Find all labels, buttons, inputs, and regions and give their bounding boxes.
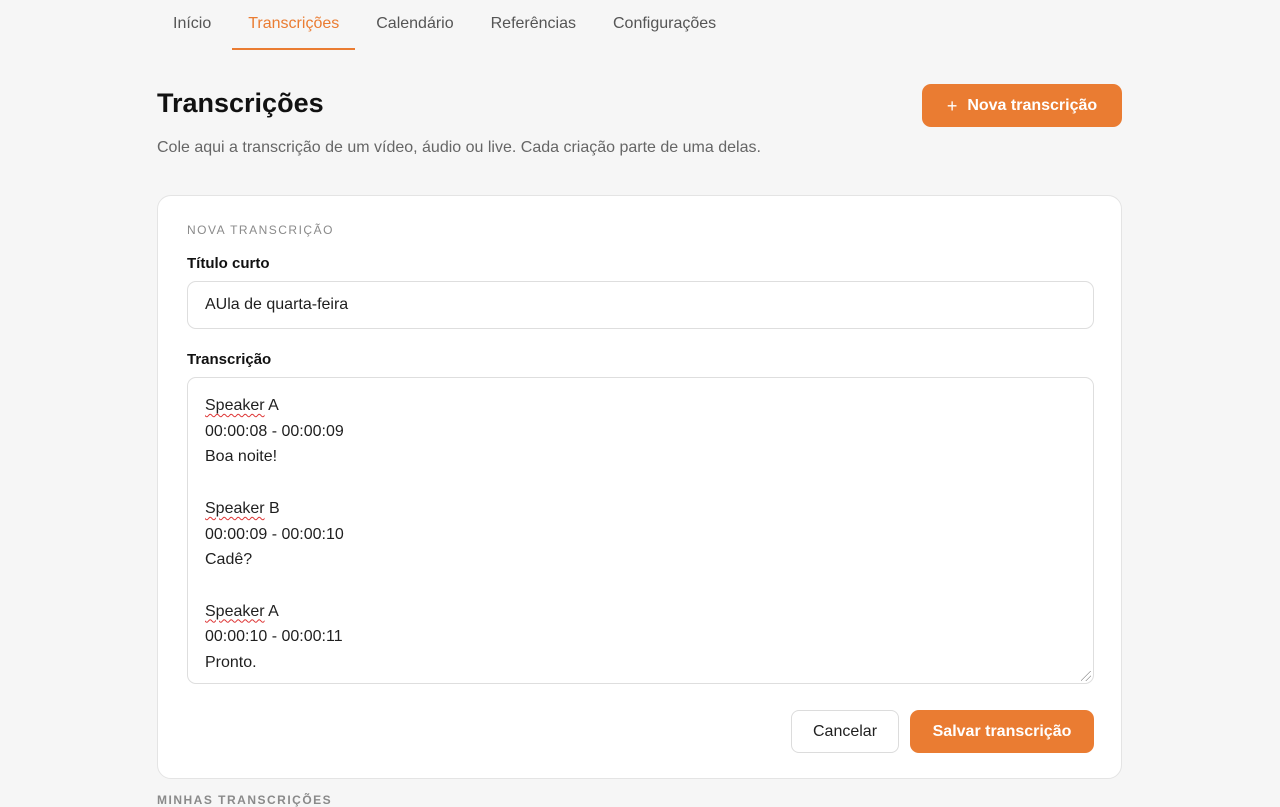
- transcript-field-label: Transcrição: [187, 351, 272, 368]
- tab-transcricoes[interactable]: Transcrições: [232, 0, 356, 50]
- page-title: Transcrições: [157, 88, 324, 118]
- transcript-line: Speaker B: [205, 496, 1076, 522]
- new-transcription-card: NOVA TRANSCRIÇÃO Título curto Transcriçã…: [157, 195, 1122, 779]
- speaker-id: A: [264, 602, 279, 620]
- transcript-line: 00:00:08 - 00:00:09: [205, 422, 344, 440]
- tab-referencias[interactable]: Referências: [475, 0, 592, 50]
- transcript-line: Pronto.: [205, 654, 257, 671]
- speaker-word: Speaker: [205, 397, 265, 414]
- cancel-button[interactable]: Cancelar: [791, 710, 899, 753]
- transcript-line: Speaker A: [205, 393, 1076, 419]
- speaker-word: Speaker: [205, 499, 265, 517]
- resize-handle-icon[interactable]: [1081, 671, 1091, 681]
- transcript-line: [205, 573, 1076, 599]
- section-label: NOVA TRANSCRIÇÃO: [187, 223, 334, 237]
- my-transcriptions-heading: MINHAS TRANSCRIÇÕES: [157, 793, 333, 807]
- transcript-line: Boa noite!: [205, 448, 278, 466]
- transcript-textarea[interactable]: Speaker A 00:00:08 - 00:00:09 Boa noite! Sp…: [187, 377, 1094, 684]
- title-input[interactable]: [187, 281, 1094, 329]
- transcript-line: [205, 470, 1076, 496]
- transcript-line: Cadê?: [205, 551, 253, 569]
- transcript-content: Speaker A 00:00:08 - 00:00:09 Boa noite! Sp…: [205, 393, 1076, 676]
- speaker-word: Speaker: [205, 602, 265, 620]
- new-transcription-label: Nova transcrição: [967, 96, 1098, 114]
- tab-calendario[interactable]: Calendário: [360, 0, 469, 50]
- plus-icon: +: [946, 95, 958, 116]
- speaker-id: A: [264, 397, 279, 414]
- new-transcription-button[interactable]: + Nova transcrição: [922, 84, 1122, 127]
- speaker-id: B: [264, 499, 280, 517]
- transcript-line: Speaker A: [205, 599, 1076, 625]
- tab-inicio[interactable]: Início: [157, 0, 227, 50]
- top-nav: Início Transcrições Calendário Referênci…: [157, 0, 737, 50]
- transcript-line: 00:00:09 - 00:00:10: [205, 525, 344, 543]
- tab-configuracoes[interactable]: Configurações: [597, 0, 732, 50]
- title-field-label: Título curto: [187, 255, 270, 272]
- page-subtitle: Cole aqui a transcrição de um vídeo, áud…: [157, 139, 761, 156]
- save-transcription-button[interactable]: Salvar transcrição: [910, 710, 1094, 753]
- transcript-line: 00:00:10 - 00:00:11: [205, 628, 343, 646]
